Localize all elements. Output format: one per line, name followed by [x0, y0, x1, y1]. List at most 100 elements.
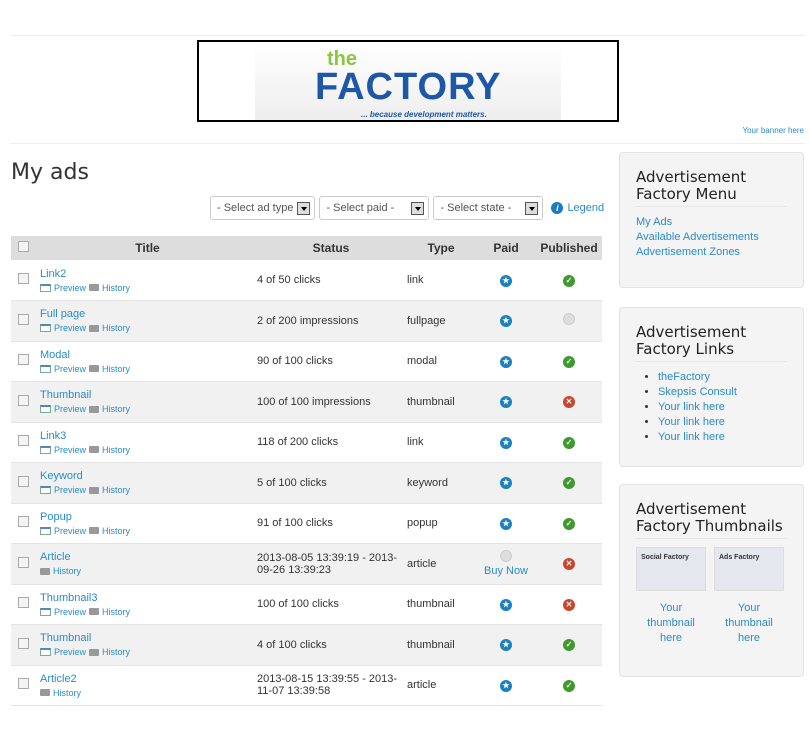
history-link[interactable]: History	[102, 607, 130, 617]
row-checkbox[interactable]	[18, 475, 29, 487]
history-link[interactable]: History	[53, 688, 81, 698]
pending-icon[interactable]	[563, 313, 575, 326]
star-icon[interactable]: ★	[500, 517, 512, 530]
paid-select[interactable]: - Select paid -	[319, 196, 430, 220]
ad-title-link[interactable]: Thumbnail	[40, 389, 91, 401]
preview-link[interactable]: Preview	[54, 364, 86, 374]
status-cell: 91 of 100 clicks	[256, 503, 406, 544]
star-icon[interactable]: ★	[500, 598, 512, 611]
ad-type-select[interactable]: - Select ad type	[210, 196, 316, 220]
star-icon[interactable]: ★	[500, 355, 512, 368]
star-icon[interactable]: ★	[500, 477, 512, 490]
ad-title-link[interactable]: Keyword	[40, 470, 83, 482]
header-type[interactable]: Type	[406, 236, 476, 260]
select-all-checkbox[interactable]	[18, 241, 29, 252]
star-icon[interactable]: ★	[500, 639, 512, 652]
buy-now-link[interactable]: Buy Now	[484, 565, 528, 577]
ad-title-link[interactable]: Link2	[40, 268, 66, 280]
history-link[interactable]: History	[102, 283, 130, 293]
sidebar-link[interactable]: Your link here	[658, 416, 725, 428]
thumbnail-link[interactable]: Your thumbnail here	[647, 602, 695, 644]
folder-icon	[89, 405, 100, 413]
menu-item[interactable]: My Ads	[636, 216, 672, 228]
state-select[interactable]: - Select state -	[433, 196, 544, 220]
published-cell: ✓	[536, 260, 602, 301]
header-status[interactable]: Status	[256, 236, 406, 260]
row-checkbox[interactable]	[18, 273, 29, 284]
check-icon[interactable]: ✓	[563, 679, 575, 692]
preview-link[interactable]: Preview	[54, 607, 86, 617]
menu-item[interactable]: Available Advertisements	[636, 231, 759, 243]
row-checkbox[interactable]	[18, 354, 29, 366]
row-checkbox[interactable]	[18, 637, 29, 649]
preview-link[interactable]: Preview	[54, 647, 86, 657]
row-checkbox[interactable]	[18, 678, 29, 690]
ad-title-link[interactable]: Article2	[40, 673, 77, 685]
filters: - Select ad type - Select paid - - Selec…	[210, 196, 604, 220]
star-icon[interactable]: ★	[500, 274, 512, 287]
thumbnails-title: Advertisement Factory Thumbnails	[636, 501, 787, 539]
ad-title-link[interactable]: Link3	[40, 430, 66, 442]
star-icon[interactable]: ★	[500, 396, 512, 409]
header-title[interactable]: Title	[39, 236, 256, 260]
row-checkbox[interactable]	[18, 394, 29, 406]
preview-link[interactable]: Preview	[54, 404, 86, 414]
check-icon[interactable]: ✓	[563, 639, 575, 652]
menu-item[interactable]: Advertisement Zones	[636, 246, 740, 258]
preview-icon	[40, 486, 51, 495]
sidebar-link[interactable]: Your link here	[658, 401, 725, 413]
list-item: theFactory	[658, 370, 787, 385]
preview-link[interactable]: Preview	[54, 445, 86, 455]
row-select	[11, 341, 39, 382]
header-paid[interactable]: Paid	[476, 236, 536, 260]
thumbnail-image[interactable]: Ads Factory	[714, 547, 784, 591]
thumbnail-image[interactable]: Social Factory	[636, 547, 706, 591]
x-icon[interactable]: ✕	[563, 558, 575, 571]
preview-link[interactable]: Preview	[54, 485, 86, 495]
check-icon[interactable]: ✓	[563, 274, 575, 287]
preview-link[interactable]: Preview	[54, 323, 86, 333]
sidebar-link[interactable]: Skepsis Consult	[658, 386, 737, 398]
check-icon[interactable]: ✓	[563, 517, 575, 530]
row-checkbox[interactable]	[18, 516, 29, 528]
star-icon[interactable]: ★	[500, 436, 512, 449]
preview-link[interactable]: Preview	[54, 526, 86, 536]
ad-title-link[interactable]: Modal	[40, 349, 70, 361]
row-checkbox[interactable]	[18, 597, 29, 609]
x-icon[interactable]: ✕	[563, 396, 575, 409]
row-checkbox[interactable]	[18, 313, 29, 325]
check-icon[interactable]: ✓	[563, 436, 575, 449]
history-link[interactable]: History	[102, 445, 130, 455]
history-link[interactable]: History	[53, 566, 81, 576]
preview-link[interactable]: Preview	[54, 283, 86, 293]
factory-logo: the FACTORY ... because development matt…	[255, 42, 561, 120]
legend-link[interactable]: i Legend	[551, 202, 604, 214]
type-cell: keyword	[406, 462, 476, 504]
thumbnail-link[interactable]: Your thumbnail here	[725, 602, 773, 644]
banner[interactable]: the FACTORY ... because development matt…	[197, 40, 619, 122]
ad-title-link[interactable]: Thumbnail3	[40, 592, 97, 604]
ad-title-link[interactable]: Article	[40, 551, 71, 563]
title-cell: Thumbnail3 Preview History	[39, 584, 256, 625]
ad-title-link[interactable]: Thumbnail	[40, 632, 91, 644]
ad-title-link[interactable]: Full page	[40, 308, 85, 320]
history-link[interactable]: History	[102, 485, 130, 495]
history-link[interactable]: History	[102, 323, 130, 333]
star-icon[interactable]: ★	[500, 315, 512, 328]
history-link[interactable]: History	[102, 364, 130, 374]
sidebar-link[interactable]: theFactory	[658, 371, 710, 383]
your-banner-link[interactable]: Your banner here	[742, 126, 804, 135]
history-link[interactable]: History	[102, 647, 130, 657]
history-link[interactable]: History	[102, 526, 130, 536]
header-published[interactable]: Published	[536, 236, 602, 260]
row-checkbox[interactable]	[18, 435, 29, 447]
x-icon[interactable]: ✕	[563, 598, 575, 611]
paid-value: - Select paid -	[326, 202, 395, 214]
history-link[interactable]: History	[102, 404, 130, 414]
sidebar-link[interactable]: Your link here	[658, 431, 725, 443]
star-icon[interactable]: ★	[500, 679, 512, 692]
check-icon[interactable]: ✓	[563, 355, 575, 368]
check-icon[interactable]: ✓	[563, 477, 575, 490]
ad-title-link[interactable]: Popup	[40, 511, 72, 523]
row-checkbox[interactable]	[18, 556, 29, 568]
